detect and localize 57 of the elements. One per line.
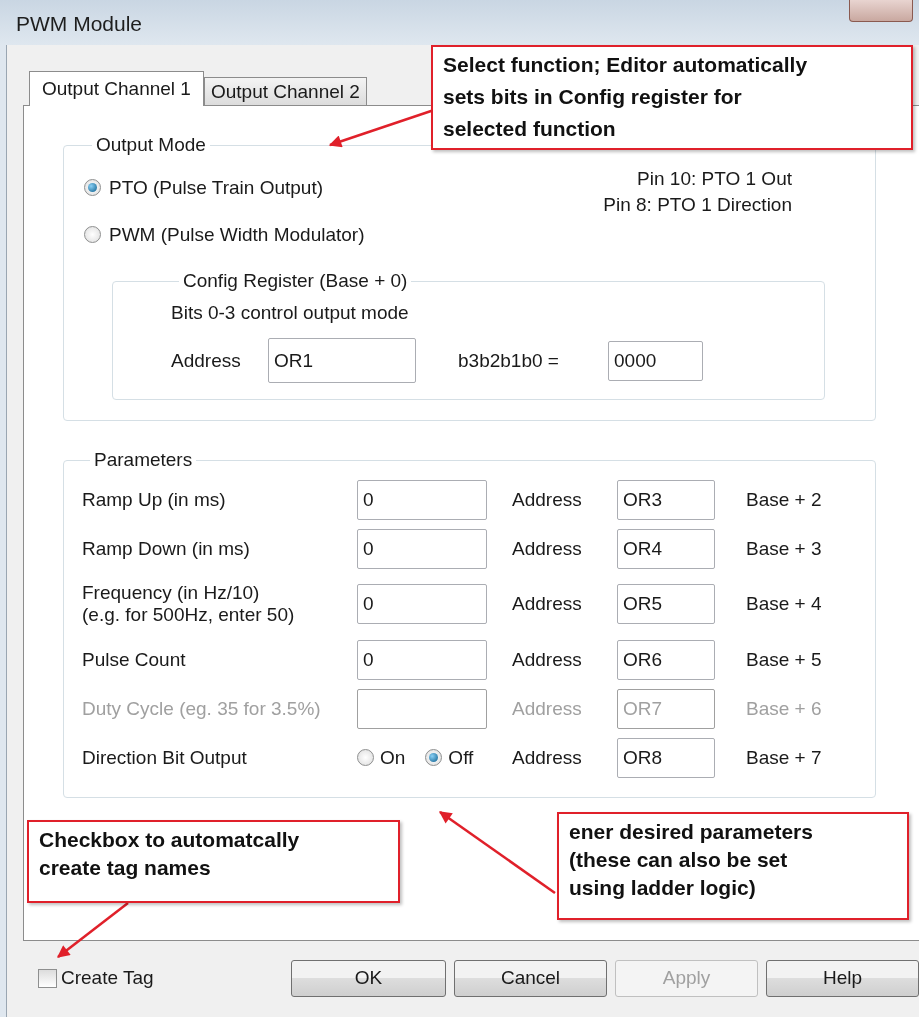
address-field[interactable]: OR4: [617, 528, 715, 569]
radio-label: Off: [448, 746, 474, 769]
address-label: Address: [512, 648, 583, 671]
value-field[interactable]: 0: [357, 639, 487, 680]
offset-label: Base + 7: [746, 746, 822, 769]
pin-note: Pin 10: PTO 1 Out: [637, 167, 792, 191]
address-label: Address: [512, 697, 583, 720]
offset-label: Base + 4: [746, 593, 822, 615]
group-title: Parameters: [93, 449, 194, 471]
radio-label: On: [380, 746, 406, 769]
address-label: Address: [512, 746, 583, 769]
callout-note: Checkbox to automatcally create tag names: [27, 820, 400, 903]
dialog-button[interactable]: Cancel: [454, 959, 607, 997]
address-field[interactable]: OR8: [617, 737, 715, 778]
address-label: Address: [171, 349, 242, 372]
address-label: Address: [512, 593, 583, 615]
address-field[interactable]: OR3: [617, 479, 715, 520]
offset-label: Base + 3: [746, 537, 822, 560]
radio-button[interactable]: [357, 749, 374, 766]
pin-note: Pin 8: PTO 1 Direction: [603, 193, 792, 217]
arrow: [57, 902, 129, 958]
parameter-label: Direction Bit Output: [82, 746, 248, 769]
dialog-button[interactable]: Help: [766, 959, 919, 997]
window-title: PWM Module: [16, 12, 143, 36]
value-field[interactable]: 0: [357, 584, 487, 624]
tab[interactable]: Output Channel 1: [29, 71, 204, 106]
parameter-label: Ramp Up (in ms): [82, 488, 227, 511]
offset-label: Base + 2: [746, 488, 822, 511]
address-field[interactable]: OR6: [617, 639, 715, 680]
parameter-label: Duty Cycle (eg. 35 for 3.5%): [82, 697, 322, 720]
group-title: Config Register (Base + 0): [182, 270, 409, 292]
offset-label: Base + 5: [746, 648, 822, 671]
group-title: Output Mode: [95, 134, 207, 156]
callout-note: Select function; Editor automatically sets bits in Config register for selected function: [431, 45, 913, 150]
radio-label: PTO (Pulse Train Output): [109, 176, 323, 199]
offset-label: Base + 6: [746, 697, 822, 720]
description-text: Bits 0-3 control output mode: [171, 302, 410, 324]
radio-button[interactable]: [425, 749, 443, 766]
parameter-label: Ramp Down (in ms): [82, 537, 251, 560]
bits-field[interactable]: 0000: [608, 340, 703, 381]
address-label: Address: [512, 488, 583, 511]
address-field[interactable]: OR5: [617, 584, 715, 624]
radio-label: PWM (Pulse Width Modulator): [109, 223, 365, 246]
radio-button[interactable]: [84, 226, 101, 243]
dialog-button[interactable]: OK: [291, 959, 446, 997]
bits-label: b3b2b1b0 =: [458, 349, 560, 372]
parameter-label: Pulse Count: [82, 648, 187, 671]
address-field[interactable]: OR1: [268, 338, 416, 383]
value-field[interactable]: 0: [357, 479, 487, 520]
radio-button[interactable]: [84, 179, 101, 196]
checkbox[interactable]: [38, 968, 57, 988]
address-label: Address: [512, 537, 583, 560]
checkbox-label: Create Tag: [61, 967, 154, 989]
callout-note: ener desired parameters (these can also be set using ladder logic): [557, 812, 909, 920]
value-field[interactable]: 0: [357, 528, 487, 569]
tab[interactable]: Output Channel 2: [203, 77, 367, 105]
parameter-label: Frequency (in Hz/10) (e.g. for 500Hz, enter 50): [82, 582, 296, 626]
